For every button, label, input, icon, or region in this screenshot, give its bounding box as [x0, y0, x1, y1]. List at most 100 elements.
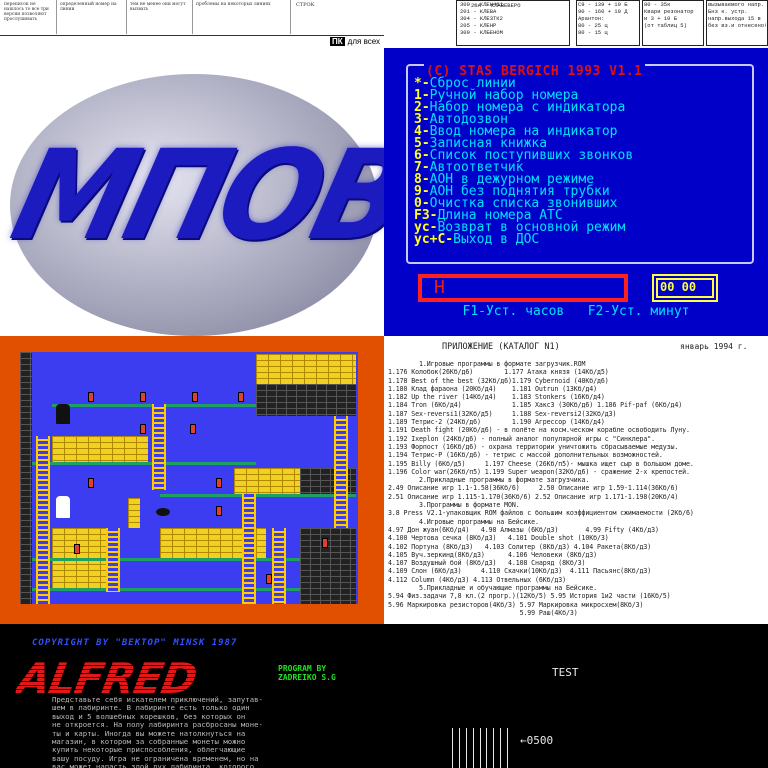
handwritten-text: (от таблиц 5): [644, 22, 687, 29]
brick-wall: [20, 352, 32, 604]
coin-barrel: [88, 392, 94, 402]
ladder: [242, 494, 256, 604]
gold-blocks: [234, 468, 300, 494]
newsprint-table-cell: СТРОК: [296, 2, 315, 8]
test-bar: [479, 728, 481, 768]
newsprint-table: СТРОК: [290, 0, 384, 34]
catalog-entry: 5.96 Маркировка резисторов(4Кб/3) 5.97 М…: [388, 600, 644, 609]
ladder: [334, 416, 348, 528]
newsprint-text: проблемы на некоторых линиях: [196, 2, 271, 7]
floor: [32, 588, 300, 591]
copyright-text: COPYRIGHT BY "BEKTOP" MINSK 1987: [32, 638, 238, 648]
story-text: Представьте себя искателем приключений, …: [52, 695, 263, 768]
credits-line: ZADREIKO S.G: [278, 673, 336, 682]
coin-barrel: [140, 424, 146, 434]
gold-blocks: [128, 498, 140, 528]
program-credits: PROGRAM BY ZADREIKO S.G: [278, 664, 336, 682]
newsprint-footer: ПК для всех: [0, 35, 384, 48]
coin-barrel: [266, 574, 272, 584]
catalog-entry: 4.97 Дон жуан(6Кб/д4) 4.98 Алмазы (6Кб/д…: [388, 525, 659, 534]
floor: [160, 494, 356, 497]
catalog-entry: 1.194 Тетрис-Р (16Кб/д6) - тетрис с масс…: [388, 451, 663, 460]
newsprint-column: определенный номер на линии: [56, 0, 127, 34]
handwritten-text: без вз.и отнесено!: [708, 22, 768, 29]
catalog-entry: 4.Игровые программы на Бейсике.: [388, 517, 539, 526]
hero-sprite: [56, 496, 70, 518]
catalog-entry: 1.Игровые программы в формате загрузчик.…: [388, 360, 586, 368]
catalog-entry: 1.189 Тетрис-2 (24Кб/д6) 1.190 Агрессор …: [388, 418, 605, 427]
catalog-list: 1.Игровые программы в формате загрузчик.…: [388, 360, 694, 617]
magazine-brand: ПК для всех: [330, 37, 380, 46]
test-pointer: ←0500: [520, 734, 554, 747]
catalog-entry: 4.102 Портуна (8Кб/д3) 4.103 Солитер (8К…: [388, 542, 652, 551]
coin-barrel: [190, 424, 196, 434]
catalog-entry: 1.195 Billy (6Кб/д5) 1.197 Cheese (26Кб/…: [388, 459, 694, 468]
newsprint-text: переписок не нашлось то все три версии п…: [4, 2, 49, 22]
catalog-entry: 4.107 Воздушный бой (8Кб/д3) 4.108 Снаря…: [388, 559, 586, 568]
alfred-title-screen: COPYRIGHT BY "BEKTOP" MINSK 1987 ALFRED …: [0, 624, 384, 768]
gold-blocks: [256, 354, 356, 384]
catalog-entry: 5.94 Физ.задачи 7,8 кл.(2 прогр.)(12Кб/5…: [388, 592, 671, 601]
newsprint-column: тем не менее они могут вызвать: [126, 0, 193, 34]
catalog-page: ПРИЛОЖЕНИЕ (КАТАЛОГ N1) январь 1994 г. 1…: [384, 336, 768, 624]
function-keys-hint: F1-Уст. часов F2-Уст. минут: [462, 304, 690, 319]
test-bar: [452, 728, 453, 768]
game-stage: [20, 352, 358, 604]
catalog-entry: 1.187 Sex-reversi1(32Кб/д5) 1.188 Sex-re…: [388, 409, 617, 418]
handwritten-table: 20А - КЛАВЕВЕРО 300 - КЛЕН461 201 - КЛЕВ…: [384, 0, 768, 49]
brick-wall: [300, 528, 356, 604]
test-bar: [507, 728, 508, 768]
catalog-entry: 1.178 Best of the best (32Кб/д6)1.179 Cy…: [388, 376, 609, 385]
clock-value: 00 00: [660, 280, 697, 294]
coin-barrel: [322, 538, 328, 548]
coin-barrel: [88, 478, 94, 488]
catalog-entry: 1.184 Tron (6Кб/д4) 1.185 Хакс3 (30Кб/д6…: [388, 401, 683, 410]
credits-line: PROGRAM BY: [278, 664, 327, 673]
catalog-date: январь 1994 г.: [680, 342, 748, 351]
number-indicator[interactable]: H: [418, 274, 628, 302]
newsprint-column: проблемы на некоторых линиях: [192, 0, 291, 34]
test-screen: TEST ←0500: [384, 624, 768, 768]
catalog-entry: 2.49 Описание игр 1.1-1.58(36Кб/6) 2.50 …: [388, 484, 679, 493]
ladder: [272, 528, 286, 604]
catalog-entry: 5.99 Раш(4Кб/3): [388, 608, 578, 617]
menu-item-label: Выход в ДОС: [453, 232, 540, 247]
indicator-value: H: [434, 277, 445, 298]
coin-barrel: [216, 506, 222, 516]
catalog-entry: 3.Программы в формате MON.: [388, 501, 520, 510]
coin-barrel: [140, 392, 146, 402]
mpovt-logo-tile: МПОВТ: [0, 48, 384, 336]
test-bar: [500, 728, 502, 768]
handwritten-text: 309 - КЛБЕНОМ: [460, 29, 503, 36]
floor: [32, 558, 300, 561]
clock-display: 00 00: [652, 274, 718, 302]
catalog-entry: 4.109 Слон (6Кб/д3) 4.110 Скачки(10Кб/д3…: [388, 567, 652, 576]
catalog-entry: 2.Прикладные программы в формате загрузч…: [388, 476, 590, 485]
newsprint-strip: переписок не нашлось то все три версии п…: [0, 0, 384, 48]
test-bar: [486, 728, 488, 768]
catalog-entry: 1.193 Форпост (16Кб/д6) - охрана террито…: [388, 442, 679, 451]
brick-wall: [256, 384, 356, 416]
floor: [32, 462, 256, 465]
menu-list: *-Сброс линии 1-Ручной набор номера 2-Набо…: [414, 77, 633, 247]
aon-menu-screen: (C) STAS BERGICH 1993 V1.1 *-Сброс линии…: [384, 48, 768, 336]
newsprint-text: тем не менее они могут вызвать: [130, 2, 186, 12]
coin-barrel: [238, 392, 244, 402]
menu-item-key: ус+С-: [414, 232, 454, 247]
catalog-entry: 1.182 Up the river (14Кб/д4) 1.183 Stonk…: [388, 393, 605, 402]
catalog-entry: 2.51 Описание игр 1.115-1.170(36Кб/6) 2.…: [388, 492, 679, 501]
test-bars: [452, 728, 508, 768]
newsprint-text: определенный номер на линии: [60, 2, 117, 12]
gold-blocks: [52, 436, 148, 462]
coin-barrel: [216, 478, 222, 488]
story-line: вас может напасть злой дух лабиринта, ко…: [52, 762, 255, 768]
catalog-entry: 1.191 Death fight (20Кб/д6) - в полёте н…: [388, 426, 690, 435]
menu-item[interactable]: ус+С-Выход в ДОС: [414, 232, 633, 247]
catalog-entry: 4.105 Вуч.зеркинд(8Кб/д3) 4.106 Человеки…: [388, 550, 597, 559]
catalog-entry: 1.196 Color war(26Кб/п5) 1.199 Super wea…: [388, 467, 690, 476]
coin-barrel: [74, 544, 80, 554]
newsprint-column: переписок не нашлось то все три версии п…: [0, 0, 57, 34]
brand-suffix: для всех: [347, 37, 380, 46]
catalog-entry: 3.8 Press V2.1-упаковщик ROM файлов с бо…: [388, 509, 694, 518]
game-screen: [0, 336, 384, 624]
